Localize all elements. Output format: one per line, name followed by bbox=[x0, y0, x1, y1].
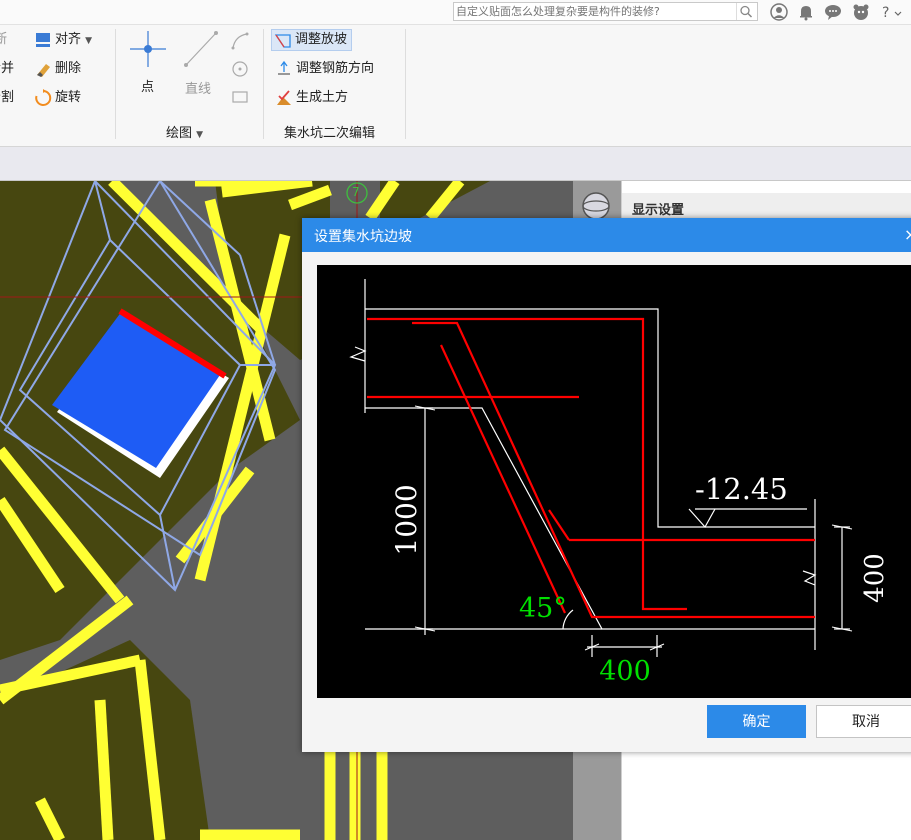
slope-diagram-drawing: -12.45 1000 400 45° 400 bbox=[349, 279, 890, 687]
circle-icon[interactable] bbox=[230, 59, 250, 83]
top-bar: ? bbox=[0, 0, 911, 25]
rectangle-icon[interactable] bbox=[230, 87, 250, 111]
split-button[interactable]: 分割 bbox=[0, 87, 14, 109]
adjust-rebar-direction-button[interactable]: 调整钢筋方向 bbox=[275, 58, 374, 80]
assistant-icon[interactable] bbox=[852, 3, 870, 21]
width-label: 400 bbox=[599, 656, 651, 687]
search-box[interactable] bbox=[453, 2, 758, 21]
help-icon[interactable]: ? bbox=[880, 3, 908, 21]
point-icon bbox=[128, 29, 168, 73]
sump-pit-edit-group-label: 集水坑二次编辑 bbox=[284, 126, 376, 141]
axis-number-label: 7 bbox=[352, 185, 360, 199]
ribbon-separator bbox=[115, 29, 116, 139]
arc-icon[interactable] bbox=[230, 31, 250, 55]
drawing-tab-bar bbox=[0, 147, 911, 181]
chevron-down-icon: ▼ bbox=[85, 36, 93, 46]
align-button[interactable]: 对齐 ▼ bbox=[34, 29, 92, 51]
earthwork-icon bbox=[275, 89, 293, 107]
bell-icon[interactable] bbox=[797, 3, 815, 21]
generate-earthwork-button[interactable]: 生成土方 bbox=[275, 87, 348, 109]
merge-button[interactable]: 合并 bbox=[0, 58, 14, 80]
slope-diagram: -12.45 1000 400 45° 400 bbox=[317, 265, 911, 698]
line-button[interactable]: 直线 bbox=[178, 29, 224, 99]
rotate-icon bbox=[34, 88, 52, 107]
draw-group-label[interactable]: 绘图 ▼ bbox=[166, 122, 203, 141]
set-pit-slope-dialog: 设置集水坑边坡 × -12.45 1000 400 45° 400 确定 取消 bbox=[302, 218, 911, 752]
ribbon-separator bbox=[405, 29, 406, 139]
search-icon[interactable] bbox=[736, 3, 755, 20]
dialog-title: 设置集水坑边坡 bbox=[314, 229, 412, 245]
eraser-icon bbox=[34, 60, 52, 78]
angle-label: 45° bbox=[519, 593, 567, 624]
chat-icon[interactable] bbox=[824, 3, 842, 21]
svg-text:?: ? bbox=[882, 5, 889, 21]
dialog-titlebar[interactable]: 设置集水坑边坡 × bbox=[302, 218, 911, 252]
search-input[interactable] bbox=[456, 4, 732, 19]
confirm-button[interactable]: 确定 bbox=[707, 705, 806, 738]
chevron-down-icon: ▼ bbox=[196, 130, 204, 140]
panel-title: 显示设置 bbox=[632, 203, 685, 218]
thickness-label: 400 bbox=[860, 553, 890, 603]
slope-icon bbox=[274, 31, 292, 49]
ribbon-separator bbox=[263, 29, 264, 139]
user-icon[interactable] bbox=[770, 3, 788, 21]
close-icon[interactable]: × bbox=[904, 225, 911, 244]
ribbon-toolbar: 断 合并 分割 对齐 ▼ 删除 旋转 点 直线 bbox=[0, 25, 911, 147]
break-button[interactable]: 断 bbox=[0, 29, 7, 51]
cancel-button[interactable]: 取消 bbox=[816, 705, 911, 738]
align-icon bbox=[34, 31, 52, 49]
rebar-direction-icon bbox=[275, 60, 293, 78]
point-button[interactable]: 点 bbox=[125, 29, 171, 99]
rotate-button[interactable]: 旋转 bbox=[34, 87, 81, 109]
depth-label: 1000 bbox=[390, 484, 423, 555]
adjust-slope-button[interactable]: 调整放坡 bbox=[271, 29, 353, 51]
line-icon bbox=[180, 29, 220, 73]
elevation-label: -12.45 bbox=[695, 472, 788, 506]
delete-button[interactable]: 删除 bbox=[34, 58, 81, 80]
